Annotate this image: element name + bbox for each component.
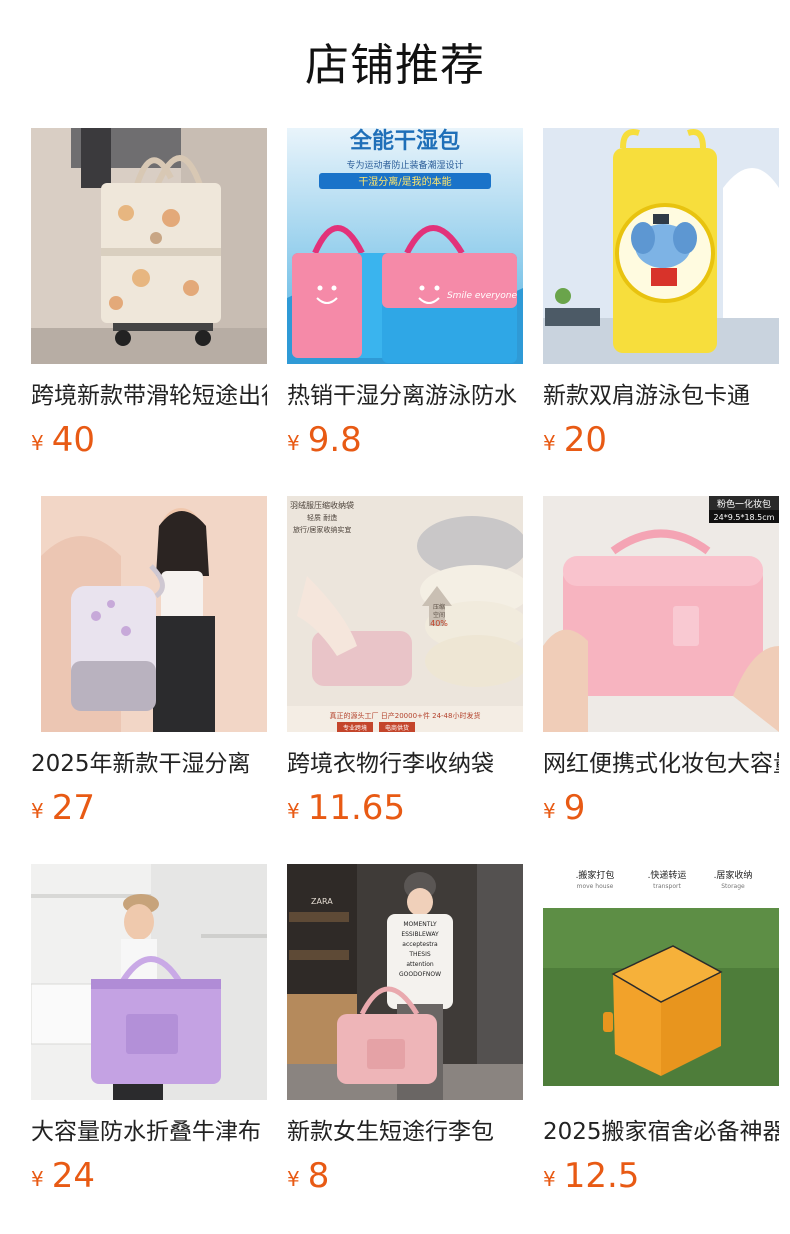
product-price: ¥9 bbox=[543, 786, 779, 830]
product-name[interactable]: 2025搬家宿舍必备神器 bbox=[543, 1117, 779, 1147]
product-card[interactable]: 粉色一化妆包 24*9.5*18.5cm 网红便携式化妆包大容量 ¥9 bbox=[543, 496, 779, 860]
badge-text-3: 40% bbox=[430, 619, 448, 628]
price-value: 9 bbox=[563, 788, 586, 828]
tag-text-1: 专业跨境 bbox=[343, 724, 367, 732]
caption-1-sub: move house bbox=[577, 883, 614, 890]
moving-storage-bag-image: .搬家打包 move house .快递转运 transport .居家收纳 S… bbox=[543, 864, 779, 1100]
product-card[interactable]: 羽绒服压缩收纳袋 轻质 耐造 旅行/居家收纳实宜 压缩 空间 40% 真正的源头… bbox=[287, 496, 523, 860]
price-value: 40 bbox=[51, 420, 95, 460]
product-price: ¥20 bbox=[543, 418, 779, 462]
currency-symbol: ¥ bbox=[287, 1167, 300, 1191]
price-value: 12.5 bbox=[563, 1156, 640, 1196]
product-name[interactable]: 跨境衣物行李收纳袋 bbox=[287, 749, 523, 779]
swim-bag-image: 全能干湿包 专为运动者防止装备潮湿设计 干湿分离/是我的本能 Smile eve… bbox=[287, 128, 523, 364]
badge-text-1: 压缩 bbox=[433, 603, 445, 611]
product-name[interactable]: 网红便携式化妆包大容量 bbox=[543, 749, 779, 779]
caption-2-sub: transport bbox=[653, 883, 681, 890]
product-name[interactable]: 2025年新款干湿分离 bbox=[31, 749, 267, 779]
currency-symbol: ¥ bbox=[543, 799, 556, 823]
product-image[interactable]: .搬家打包 move house .快递转运 transport .居家收纳 S… bbox=[543, 864, 779, 1100]
caption-1: .搬家打包 bbox=[576, 869, 615, 881]
store-recommendation-page: 店铺推荐 跨境新款带滑轮短途出行 ¥ 40 全能干湿包 专为运动者防止装备潮湿设… bbox=[0, 0, 790, 1234]
shirt-text-3: acceptestra bbox=[402, 941, 438, 948]
promo-tagline: 专为运动者防止装备潮湿设计 bbox=[346, 159, 463, 171]
section-title: 店铺推荐 bbox=[305, 40, 485, 91]
product-card[interactable]: 2025年新款干湿分离 ¥27 bbox=[31, 496, 267, 860]
purple-tote-image bbox=[31, 864, 267, 1100]
shirt-text-4: THESIS bbox=[408, 951, 431, 958]
currency-symbol: ¥ bbox=[543, 1167, 556, 1191]
product-price: ¥40 bbox=[31, 418, 267, 462]
promo-text-1: 羽绒服压缩收纳袋 bbox=[290, 500, 354, 510]
currency-symbol: ¥ bbox=[287, 431, 300, 455]
currency-symbol: ¥ bbox=[543, 431, 556, 455]
product-card[interactable]: 新款双肩游泳包卡通 ¥20 bbox=[543, 128, 779, 492]
price-value: 24 bbox=[51, 1156, 95, 1196]
product-card[interactable]: 全能干湿包 专为运动者防止装备潮湿设计 干湿分离/是我的本能 Smile eve… bbox=[287, 128, 523, 492]
pink-travel-bag-image: ZARA MOMENTLY ESSIBLEWAY acceptestra THE… bbox=[287, 864, 523, 1100]
cartoon-backpack-image bbox=[543, 128, 779, 364]
currency-symbol: ¥ bbox=[31, 431, 44, 455]
promo-headline: 全能干湿包 bbox=[349, 128, 460, 154]
tag-text-2: 电商供货 bbox=[385, 724, 409, 732]
product-image[interactable]: 全能干湿包 专为运动者防止装备潮湿设计 干湿分离/是我的本能 Smile eve… bbox=[287, 128, 523, 364]
product-card[interactable]: ZARA MOMENTLY ESSIBLEWAY acceptestra THE… bbox=[287, 864, 523, 1228]
promo-text-2: 轻质 耐造 bbox=[307, 513, 337, 522]
badge-text-2: 空间 bbox=[433, 611, 445, 619]
product-price: ¥9.8 bbox=[287, 418, 523, 462]
product-name[interactable]: 新款双肩游泳包卡通 bbox=[543, 381, 779, 411]
product-image[interactable] bbox=[31, 864, 267, 1100]
shirt-text-5: attention bbox=[406, 961, 434, 968]
dry-wet-backpack-image bbox=[31, 496, 267, 732]
product-image[interactable]: 羽绒服压缩收纳袋 轻质 耐造 旅行/居家收纳实宜 压缩 空间 40% 真正的源头… bbox=[287, 496, 523, 732]
product-price: ¥11.65 bbox=[287, 786, 523, 830]
bag-print-text: Smile everyone bbox=[447, 291, 518, 301]
size-badge-title: 粉色一化妆包 bbox=[717, 498, 771, 510]
product-name[interactable]: 新款女生短途行李包 bbox=[287, 1117, 523, 1147]
product-price: ¥27 bbox=[31, 786, 267, 830]
product-card[interactable]: 跨境新款带滑轮短途出行 ¥40 bbox=[31, 128, 267, 492]
clothes-storage-image: 羽绒服压缩收纳袋 轻质 耐造 旅行/居家收纳实宜 压缩 空间 40% 真正的源头… bbox=[287, 496, 523, 732]
price-value: 9.8 bbox=[307, 420, 362, 460]
promo-banner: 干湿分离/是我的本能 bbox=[358, 175, 451, 188]
caption-2: .快递转运 bbox=[648, 869, 687, 881]
price-value: 8 bbox=[307, 1156, 330, 1196]
product-image[interactable] bbox=[31, 496, 267, 732]
product-card[interactable]: 大容量防水折叠牛津布 ¥24 bbox=[31, 864, 267, 1228]
price-value: 27 bbox=[51, 788, 95, 828]
product-price: ¥24 bbox=[31, 1154, 267, 1198]
shirt-text-2: ESSIBLEWAY bbox=[401, 931, 439, 938]
currency-symbol: ¥ bbox=[31, 1167, 44, 1191]
price-value: 20 bbox=[563, 420, 607, 460]
size-badge-dims: 24*9.5*18.5cm bbox=[714, 513, 775, 522]
product-image[interactable]: 粉色一化妆包 24*9.5*18.5cm bbox=[543, 496, 779, 732]
product-image[interactable] bbox=[543, 128, 779, 364]
shirt-text-6: GOODOFNOW bbox=[399, 971, 441, 978]
product-name[interactable]: 热销干湿分离游泳防水 bbox=[287, 381, 523, 411]
product-grid: 跨境新款带滑轮短途出行 ¥40 全能干湿包 专为运动者防止装备潮湿设计 干湿分离… bbox=[31, 128, 790, 1228]
product-price: ¥12.5 bbox=[543, 1154, 779, 1198]
price-value: 11.65 bbox=[307, 788, 406, 828]
product-price: ¥8 bbox=[287, 1154, 523, 1198]
caption-3: .居家收纳 bbox=[714, 869, 753, 881]
currency-symbol: ¥ bbox=[31, 799, 44, 823]
product-card[interactable]: .搬家打包 move house .快递转运 transport .居家收纳 S… bbox=[543, 864, 779, 1228]
currency-symbol: ¥ bbox=[287, 799, 300, 823]
makeup-bag-image: 粉色一化妆包 24*9.5*18.5cm bbox=[543, 496, 779, 732]
factory-text: 真正的源头工厂 日产20000+件 24-48小时发货 bbox=[330, 711, 481, 720]
product-name[interactable]: 跨境新款带滑轮短途出行 bbox=[31, 381, 267, 411]
promo-text-3: 旅行/居家收纳实宜 bbox=[293, 525, 351, 534]
shirt-text-1: MOMENTLY bbox=[403, 921, 437, 928]
bag-with-wheels-image bbox=[31, 128, 267, 364]
caption-3-sub: Storage bbox=[721, 883, 745, 890]
product-name[interactable]: 大容量防水折叠牛津布 bbox=[31, 1117, 267, 1147]
product-image[interactable]: ZARA MOMENTLY ESSIBLEWAY acceptestra THE… bbox=[287, 864, 523, 1100]
product-image[interactable] bbox=[31, 128, 267, 364]
store-sign: ZARA bbox=[311, 897, 333, 906]
